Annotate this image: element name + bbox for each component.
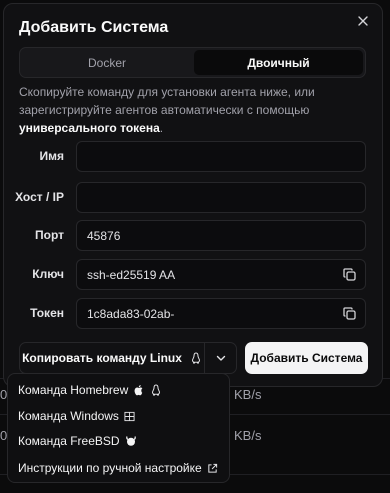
description-end: . <box>159 121 164 135</box>
dialog-description: Скопируйте команду для установки агента … <box>19 83 369 137</box>
add-system-dialog: Добавить Система Docker Двоичный Скопиру… <box>3 3 383 387</box>
apple-icon <box>133 384 145 396</box>
key-value: ssh-ed25519 AA <box>87 267 176 282</box>
name-field[interactable] <box>76 141 366 172</box>
linux-icon <box>150 384 162 396</box>
port-label: Порт <box>34 228 64 242</box>
tab-list: Docker Двоичный <box>19 47 366 78</box>
copy-icon[interactable] <box>343 307 356 320</box>
port-field[interactable]: 45876 <box>76 220 366 251</box>
token-field[interactable]: 1c8ada83-02ab- <box>76 298 366 329</box>
background-speed-text: KB/s <box>234 387 262 402</box>
menu-item-label: Команда Windows <box>18 409 119 423</box>
external-link-icon <box>207 463 218 474</box>
menu-item-freebsd[interactable]: Команда FreeBSD <box>18 431 137 451</box>
key-label: Ключ <box>32 267 64 281</box>
commands-menu: Команда Homebrew Команда Windows Команда… <box>7 373 230 483</box>
copy-command-split-button: Копировать команду Linux <box>19 342 237 374</box>
token-label: Токен <box>30 306 64 320</box>
dialog-title: Добавить Система <box>19 19 169 36</box>
menu-item-windows[interactable]: Команда Windows <box>18 406 135 426</box>
tab-binary[interactable]: Двоичный <box>194 50 363 75</box>
host-field[interactable] <box>76 182 366 213</box>
copy-command-label: Копировать команду Linux <box>22 351 182 365</box>
copy-linux-command-button[interactable]: Копировать команду Linux <box>20 343 204 373</box>
description-text: Скопируйте команду для установки агента … <box>19 85 315 117</box>
background-speed-text: KB/s <box>234 428 262 443</box>
linux-icon <box>191 352 200 364</box>
token-value: 1c8ada83-02ab- <box>87 306 175 321</box>
tab-docker[interactable]: Docker <box>22 50 192 75</box>
key-field[interactable]: ssh-ed25519 AA <box>76 259 366 290</box>
menu-item-label: Команда FreeBSD <box>18 434 120 448</box>
add-system-button[interactable]: Добавить Система <box>245 342 368 374</box>
freebsd-icon <box>125 435 137 447</box>
chevron-down-icon <box>216 355 225 361</box>
menu-item-label: Инструкции по ручной настройке <box>18 461 202 475</box>
name-label: Имя <box>39 149 64 163</box>
windows-icon <box>124 411 135 422</box>
menu-item-homebrew[interactable]: Команда Homebrew <box>18 380 162 400</box>
copy-icon[interactable] <box>343 268 356 281</box>
menu-item-manual-setup[interactable]: Инструкции по ручной настройке <box>18 458 218 478</box>
close-icon[interactable] <box>356 14 370 28</box>
menu-item-label: Команда Homebrew <box>18 383 129 397</box>
host-label: Хост / IP <box>15 190 64 204</box>
more-commands-toggle[interactable] <box>205 343 236 373</box>
description-bold: универсального токена <box>19 121 160 135</box>
